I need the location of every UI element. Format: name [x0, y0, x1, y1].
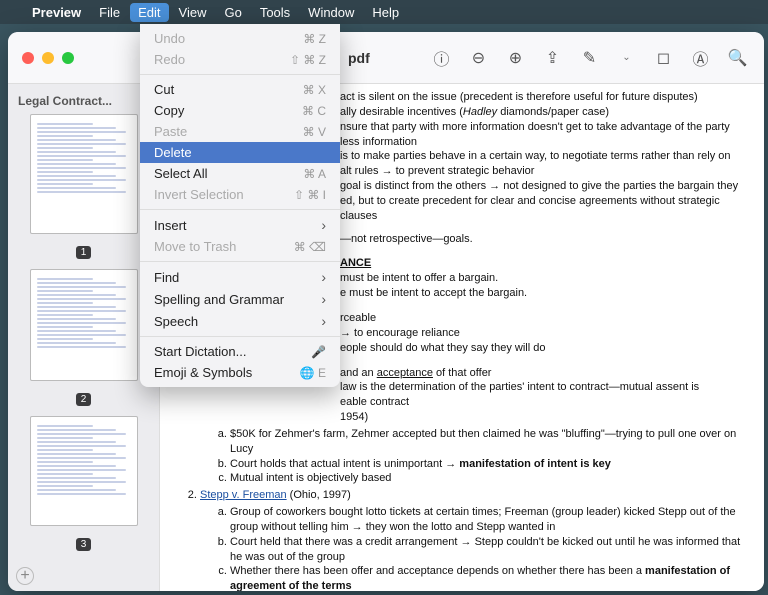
menu-item-delete[interactable]: Delete [140, 142, 340, 163]
annotate-icon[interactable]: Ⓐ [692, 49, 709, 66]
menu-help[interactable]: Help [372, 5, 399, 20]
add-page-button[interactable]: + [16, 567, 34, 585]
edit-dropdown: Undo⌘ ZRedo⇧ ⌘ Z Cut⌘ XCopy⌘ CPaste⌘ VDel… [140, 24, 340, 387]
close-button[interactable] [22, 52, 34, 64]
menu-item-start-dictation-[interactable]: Start Dictation...🎤 [140, 341, 340, 362]
app-name[interactable]: Preview [32, 5, 81, 20]
menu-item-select-all[interactable]: Select All⌘ A [140, 163, 340, 184]
menu-item-undo: Undo⌘ Z [140, 28, 340, 49]
menu-file[interactable]: File [99, 5, 120, 20]
share-icon[interactable]: ⇪ [544, 49, 561, 66]
menu-item-copy[interactable]: Copy⌘ C [140, 100, 340, 121]
menu-item-speech[interactable]: Speech [140, 310, 340, 332]
preview-window: pdf ⓘ ⊖ ⊕ ⇪ ✎ ⌄ ◻ Ⓐ 🔍 Legal Contract... … [8, 32, 764, 591]
menu-window[interactable]: Window [308, 5, 354, 20]
toolbar: ⓘ ⊖ ⊕ ⇪ ✎ ⌄ ◻ Ⓐ 🔍 [433, 49, 764, 66]
window-title: pdf [348, 50, 370, 66]
markup-icon[interactable]: ✎ [581, 49, 598, 66]
menu-item-paste: Paste⌘ V [140, 121, 340, 142]
menu-item-spelling-and-grammar[interactable]: Spelling and Grammar [140, 288, 340, 310]
rotate-icon[interactable]: ◻ [655, 49, 672, 66]
page-number-badge: 2 [76, 393, 92, 406]
page-thumbnail[interactable] [30, 269, 138, 381]
page-number-badge: 3 [76, 538, 92, 551]
info-icon[interactable]: ⓘ [433, 49, 450, 66]
thumbnail-sidebar: Legal Contract... 1 2 3 + [8, 84, 160, 591]
minimize-button[interactable] [42, 52, 54, 64]
dropdown-icon[interactable]: ⌄ [618, 49, 635, 66]
menu-item-move-to-trash: Move to Trash⌘ ⌫ [140, 236, 340, 257]
zoom-in-icon[interactable]: ⊕ [507, 49, 524, 66]
menu-tools[interactable]: Tools [260, 5, 290, 20]
system-menubar: Preview File Edit View Go Tools Window H… [0, 0, 768, 24]
page-number-badge: 1 [76, 246, 92, 259]
page-thumbnail[interactable] [30, 114, 138, 234]
menu-item-emoji-symbols[interactable]: Emoji & Symbols🌐 E [140, 362, 340, 383]
menu-edit[interactable]: Edit [130, 3, 168, 22]
menu-item-redo: Redo⇧ ⌘ Z [140, 49, 340, 70]
zoom-button[interactable] [62, 52, 74, 64]
menu-item-find[interactable]: Find [140, 266, 340, 288]
menu-item-insert[interactable]: Insert [140, 214, 340, 236]
zoom-out-icon[interactable]: ⊖ [470, 49, 487, 66]
titlebar: pdf ⓘ ⊖ ⊕ ⇪ ✎ ⌄ ◻ Ⓐ 🔍 [8, 32, 764, 84]
traffic-lights [8, 52, 88, 64]
page-thumbnail[interactable] [30, 416, 138, 526]
sidebar-title: Legal Contract... [8, 84, 159, 114]
search-icon[interactable]: 🔍 [729, 49, 746, 66]
menu-item-cut[interactable]: Cut⌘ X [140, 79, 340, 100]
menu-item-invert-selection: Invert Selection⇧ ⌘ I [140, 184, 340, 205]
menu-go[interactable]: Go [224, 5, 241, 20]
menu-view[interactable]: View [179, 5, 207, 20]
